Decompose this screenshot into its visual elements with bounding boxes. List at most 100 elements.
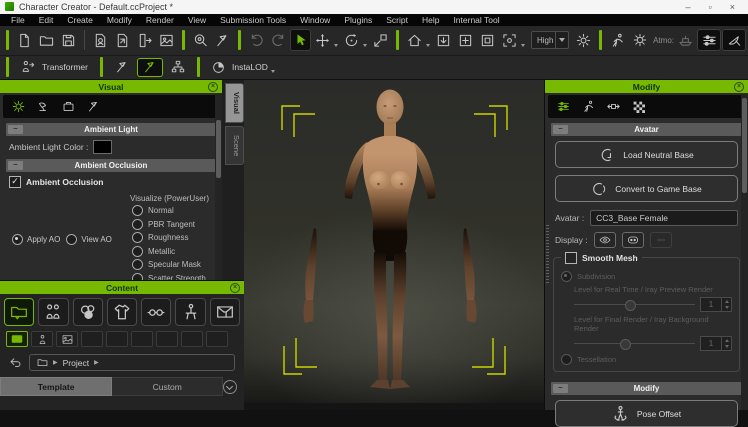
menu-window[interactable]: Window	[293, 15, 337, 25]
merge-file-button[interactable]	[112, 29, 133, 51]
scene-props-tab-icon[interactable]	[62, 100, 75, 113]
visualize-metallic-radio[interactable]	[132, 246, 143, 257]
close-icon[interactable]: ×	[208, 82, 218, 92]
category-prop-button[interactable]	[175, 298, 205, 326]
open-project-button[interactable]	[36, 29, 57, 51]
show-eye-button[interactable]	[594, 232, 616, 248]
content-panel-header[interactable]: Content ×	[0, 281, 244, 294]
menu-view[interactable]: View	[181, 15, 213, 25]
frame-all-button[interactable]	[477, 29, 498, 51]
category-project-button[interactable]	[4, 298, 34, 326]
menu-plugins[interactable]: Plugins	[337, 15, 379, 25]
edit-pose-button[interactable]	[109, 58, 135, 77]
back-icon[interactable]	[9, 356, 22, 369]
ambient-light-color-swatch[interactable]	[93, 140, 112, 154]
close-icon[interactable]: ×	[734, 82, 744, 92]
menu-edit[interactable]: Edit	[32, 15, 61, 25]
load-character-button[interactable]	[90, 29, 111, 51]
calibration-pose-button[interactable]	[212, 29, 233, 51]
transformer-button[interactable]: Transformer	[15, 58, 94, 77]
pose-tab-icon[interactable]	[87, 100, 100, 113]
camera-safe-frame-dropdown[interactable]	[521, 44, 525, 47]
home-camera-button[interactable]	[404, 29, 425, 51]
quality-dropdown[interactable]: High	[531, 31, 569, 49]
modify-section[interactable]: – Modify	[551, 382, 742, 395]
category-stage-button[interactable]	[210, 298, 240, 326]
light-tab-icon[interactable]	[37, 100, 50, 113]
category-cloth-button[interactable]	[107, 298, 137, 326]
visualize-roughness-radio[interactable]	[132, 232, 143, 243]
pose-offset-button[interactable]: Pose Offset	[555, 400, 738, 427]
move-tool-dropdown[interactable]	[334, 44, 338, 47]
maximize-button[interactable]: ▫	[709, 2, 712, 12]
visualize-pbr-tangent-radio[interactable]	[132, 219, 143, 230]
viewport-3d[interactable]	[244, 80, 544, 410]
category-material-button[interactable]	[73, 298, 103, 326]
pick-target-button[interactable]	[722, 29, 746, 51]
scale-tool-button[interactable]	[370, 29, 391, 51]
filter-avatar-button[interactable]	[6, 331, 28, 347]
apply-ao-radio[interactable]	[12, 234, 23, 245]
motion-tab-icon[interactable]	[582, 100, 595, 113]
menu-help[interactable]: Help	[415, 15, 446, 25]
menu-submission-tools[interactable]: Submission Tools	[213, 15, 293, 25]
view-ao-radio[interactable]	[66, 234, 77, 245]
collapse-icon[interactable]: –	[553, 125, 568, 134]
rotate-tool-button[interactable]	[341, 29, 362, 51]
visualize-specular-mask-radio[interactable]	[132, 259, 143, 270]
ambient-light-section[interactable]: – Ambient Light	[6, 123, 216, 136]
render-image-button[interactable]	[156, 29, 177, 51]
display-settings-tab-icon[interactable]	[12, 100, 25, 113]
menu-create[interactable]: Create	[60, 15, 100, 25]
motion-player-button[interactable]	[607, 29, 628, 51]
ambient-occlusion-checkbox[interactable]: ✓	[9, 176, 21, 188]
side-tab-scene[interactable]: Scene	[225, 126, 244, 165]
tab-custom[interactable]: Custom	[112, 377, 223, 396]
modify-scrollbar[interactable]	[741, 94, 748, 410]
edit-mesh-button[interactable]	[137, 58, 163, 77]
menu-file[interactable]: File	[4, 15, 32, 25]
convert-to-game-base-button[interactable]: Convert to Game Base	[555, 175, 738, 202]
frame-selected-button[interactable]	[455, 29, 476, 51]
close-icon[interactable]: ×	[230, 283, 240, 293]
collapse-icon[interactable]: –	[8, 125, 23, 134]
smooth-mesh-checkbox[interactable]	[565, 252, 577, 264]
visual-scrollbar[interactable]	[215, 94, 222, 280]
frame-character-button[interactable]	[433, 29, 454, 51]
close-button[interactable]: ×	[730, 2, 735, 12]
collapse-icon[interactable]: –	[8, 161, 23, 170]
panel-drag-handle[interactable]	[546, 225, 549, 285]
instalod-button[interactable]: InstaLOD	[206, 58, 283, 77]
avatar-section[interactable]: – Avatar	[551, 123, 742, 136]
modify-panel-header[interactable]: Modify ×	[545, 80, 748, 93]
new-project-button[interactable]	[14, 29, 35, 51]
visual-panel-header[interactable]: Visual ×	[0, 80, 222, 93]
avatar-name-input[interactable]: CC3_Base Female	[590, 210, 738, 226]
camera-safe-frame-button[interactable]	[499, 29, 520, 51]
show-mask-button[interactable]	[622, 232, 644, 248]
character-model[interactable]	[304, 90, 477, 390]
attribute-tab-icon[interactable]	[557, 100, 570, 113]
vehicle-tool-button[interactable]	[675, 29, 696, 51]
tab-template[interactable]: Template	[0, 377, 112, 396]
menu-internal-tool[interactable]: Internal Tool	[446, 15, 506, 25]
export-file-button[interactable]	[134, 29, 155, 51]
menu-modify[interactable]: Modify	[100, 15, 139, 25]
zoom-avatar-button[interactable]	[190, 29, 211, 51]
filter-actor-button[interactable]	[31, 331, 53, 347]
menu-render[interactable]: Render	[139, 15, 181, 25]
texture-tab-icon[interactable]	[632, 100, 645, 113]
filter-image-button[interactable]	[56, 331, 78, 347]
preview-light-button[interactable]	[573, 29, 594, 51]
visualize-normal-radio[interactable]	[132, 205, 143, 216]
category-actor-button[interactable]	[38, 298, 68, 326]
save-project-button[interactable]	[58, 29, 79, 51]
move-tool-button[interactable]	[312, 29, 333, 51]
undo-button[interactable]	[246, 29, 267, 51]
atmosphere-settings-button[interactable]	[629, 29, 650, 51]
instalod-dropdown[interactable]	[271, 70, 275, 73]
side-tab-visual[interactable]: Visual	[225, 83, 244, 123]
ambient-occlusion-section[interactable]: – Ambient Occlusion	[6, 159, 216, 172]
load-neutral-base-button[interactable]: Load Neutral Base	[555, 141, 738, 168]
node-hierarchy-button[interactable]	[165, 58, 191, 77]
